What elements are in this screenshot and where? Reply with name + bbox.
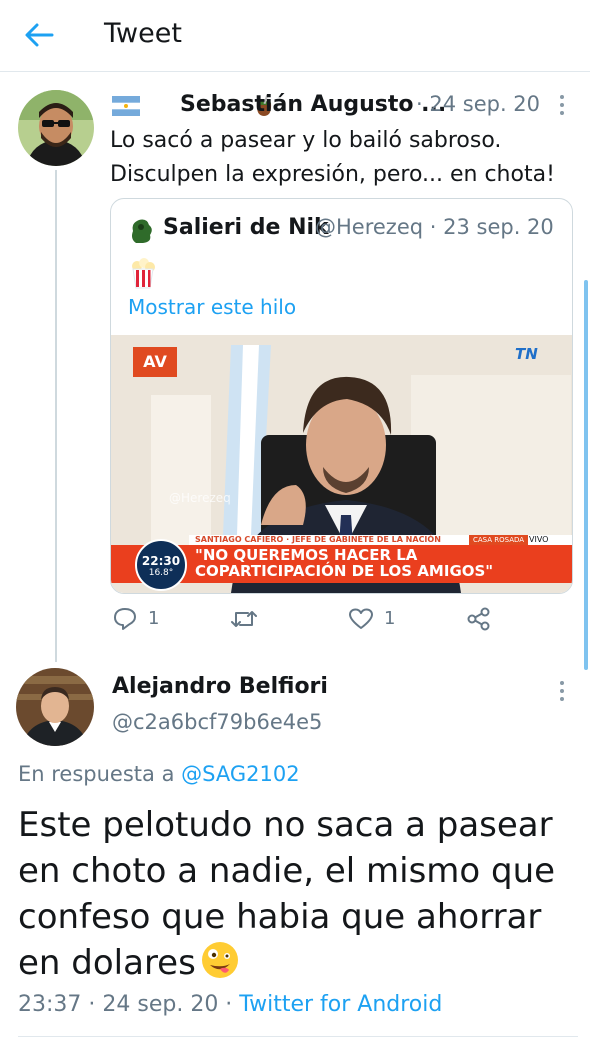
tweet-text: Lo sacó a pasear y lo bailó sabroso. Dis… xyxy=(110,128,555,187)
share-button[interactable] xyxy=(466,604,506,636)
like-button[interactable]: 1 xyxy=(348,604,408,636)
avatar[interactable] xyxy=(18,90,94,166)
share-icon xyxy=(467,607,490,631)
quoted-author-name: Salieri de Nik xyxy=(163,215,329,240)
live-tag: VIVO xyxy=(529,535,549,544)
page-title: Tweet xyxy=(104,18,182,49)
retweet-icon xyxy=(231,611,257,627)
popcorn-icon xyxy=(132,258,155,289)
retweet-button[interactable] xyxy=(230,604,270,636)
reply-timestamp: 23:37 · 24 sep. 20 · Twitter for Android xyxy=(18,992,443,1017)
quoted-tweet[interactable]: Salieri de Nik @Herezeq · 23 sep. 20 Mos… xyxy=(110,198,573,594)
scrollbar[interactable] xyxy=(584,280,588,670)
avatar xyxy=(132,219,152,243)
in-reply-to: En respuesta a @SAG2102 xyxy=(18,762,300,786)
thread-connector xyxy=(55,170,57,662)
divider xyxy=(18,1036,578,1037)
more-options-icon[interactable] xyxy=(558,681,566,703)
news-headline: "NO QUEREMOS HACER LA COPARTICIPACIÓN DE… xyxy=(195,546,494,580)
news-lower-third: SANTIAGO CAFIERO · JEFE DE GABINETE DE L… xyxy=(111,535,572,593)
heart-icon xyxy=(349,608,373,629)
reply-icon xyxy=(114,608,136,630)
network-logo: TN xyxy=(515,345,538,363)
more-options-icon[interactable] xyxy=(558,95,566,117)
reply-count: 1 xyxy=(148,608,160,629)
reply-author-name[interactable]: Alejandro Belfiori xyxy=(112,674,328,699)
back-arrow-icon[interactable] xyxy=(22,20,56,50)
source-link[interactable]: Twitter for Android xyxy=(239,992,442,1017)
lower-third-name: SANTIAGO CAFIERO · JEFE DE GABINETE DE L… xyxy=(195,535,441,544)
avatar[interactable] xyxy=(16,668,94,746)
top-bar: Tweet xyxy=(0,0,590,72)
tweet-header: Sebastián Augusto ... · 24 sep. 20 xyxy=(110,92,580,122)
image-watermark: @Herezeq xyxy=(169,491,231,505)
location-tag: CASA ROSADA xyxy=(469,535,529,545)
tweet-actions: 1 1 xyxy=(110,604,580,640)
clock-badge: 22:30 16.8° xyxy=(135,539,187,591)
quoted-handle-date: @Herezeq · 23 sep. 20 xyxy=(315,215,554,239)
news-screenshot-image[interactable]: AV TN @Herezeq SANTIAGO CAFIERO · JEFE D… xyxy=(111,335,572,593)
tweet-date[interactable]: · 24 sep. 20 xyxy=(416,92,540,116)
reply-author-handle[interactable]: @c2a6bcf79b6e4e5 xyxy=(112,710,322,734)
channel-logo: AV xyxy=(133,347,177,377)
author-name[interactable]: Sebastián Augusto ... xyxy=(180,92,446,117)
reply-button[interactable]: 1 xyxy=(112,604,172,636)
like-count: 1 xyxy=(384,608,396,629)
in-reply-to-handle-link[interactable]: @SAG2102 xyxy=(181,762,299,786)
zany-face-icon xyxy=(201,942,238,978)
reply-text: Este pelotudo no saca a pasear en choto … xyxy=(18,805,556,983)
show-thread-link[interactable]: Mostrar este hilo xyxy=(128,295,296,319)
argentina-flag-icon xyxy=(112,96,140,116)
